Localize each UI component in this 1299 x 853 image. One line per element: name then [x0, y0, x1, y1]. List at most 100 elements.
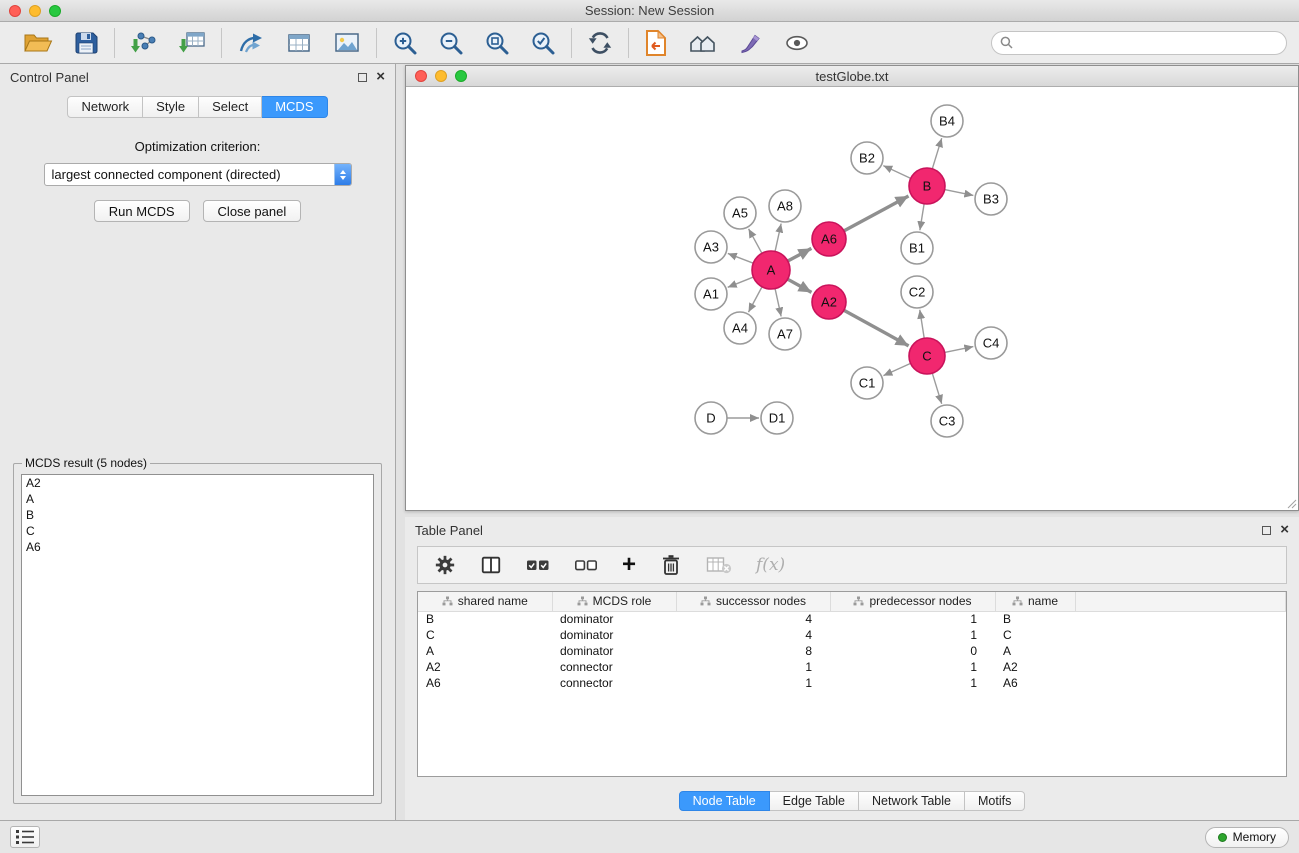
memory-button[interactable]: Memory	[1205, 827, 1289, 848]
table-row[interactable]: A6connector11A6	[418, 675, 1286, 691]
add-row-button[interactable]: +	[622, 555, 636, 575]
close-traffic-light-icon[interactable]	[9, 5, 21, 17]
table-tab-edge-table[interactable]: Edge Table	[770, 791, 859, 811]
edge-B-B3[interactable]	[945, 190, 974, 196]
edge-A-A5[interactable]	[749, 229, 762, 253]
edge-B-B2[interactable]	[883, 166, 910, 179]
graph-node-C4[interactable]: C4	[975, 327, 1007, 359]
task-history-button[interactable]	[10, 826, 40, 848]
edge-C-C1[interactable]	[883, 363, 910, 375]
tab-select[interactable]: Select	[199, 96, 262, 118]
table-float-panel-icon[interactable]	[1262, 526, 1271, 535]
table-row[interactable]: Cdominator41C	[418, 627, 1286, 643]
edge-A-A1[interactable]	[728, 277, 754, 287]
style-brush-button[interactable]	[738, 30, 764, 56]
deselect-all-button[interactable]	[574, 556, 598, 574]
delete-table-button[interactable]	[706, 555, 732, 575]
mcds-result-item[interactable]: C	[22, 523, 373, 539]
delete-rows-button[interactable]	[660, 553, 682, 577]
graph-node-A8[interactable]: A8	[769, 190, 801, 222]
table-row[interactable]: A2connector11A2	[418, 659, 1286, 675]
graph-node-A[interactable]: A	[752, 251, 790, 289]
network-minimize-traffic-light-icon[interactable]	[435, 70, 447, 82]
resize-grip-icon[interactable]	[1285, 497, 1297, 509]
column-header-successor-nodes[interactable]: successor nodes	[676, 592, 830, 611]
zoom-fit-button[interactable]	[484, 30, 510, 56]
minimize-traffic-light-icon[interactable]	[29, 5, 41, 17]
graph-node-B3[interactable]: B3	[975, 183, 1007, 215]
edge-A-A4[interactable]	[748, 287, 762, 312]
graph-node-B[interactable]: B	[909, 168, 945, 204]
graph-node-D[interactable]: D	[695, 402, 727, 434]
tab-style[interactable]: Style	[143, 96, 199, 118]
edge-A-A8[interactable]	[775, 224, 781, 252]
criterion-dropdown[interactable]: largest connected component (directed)	[44, 163, 352, 186]
network-zoom-traffic-light-icon[interactable]	[455, 70, 467, 82]
close-panel-icon[interactable]: ×	[376, 72, 385, 82]
zoom-out-button[interactable]	[438, 30, 464, 56]
column-header-mcds-role[interactable]: MCDS role	[552, 592, 676, 611]
save-session-button[interactable]	[73, 30, 99, 56]
edge-A2-C[interactable]	[844, 310, 909, 346]
edge-C-C2[interactable]	[920, 310, 924, 338]
dropdown-stepper[interactable]	[334, 164, 351, 185]
table-tab-node-table[interactable]: Node Table	[679, 791, 770, 811]
graph-node-C[interactable]: C	[909, 338, 945, 374]
function-builder-button[interactable]: f(x)	[756, 555, 785, 575]
edge-A-A3[interactable]	[728, 253, 753, 263]
export-image-button[interactable]	[333, 30, 361, 56]
edge-B-B4[interactable]	[932, 138, 941, 169]
mcds-result-item[interactable]: A2	[22, 475, 373, 491]
table-row[interactable]: Bdominator41B	[418, 611, 1286, 627]
column-header-predecessor-nodes[interactable]: predecessor nodes	[830, 592, 995, 611]
edge-A-A2[interactable]	[788, 279, 812, 292]
zoom-in-button[interactable]	[392, 30, 418, 56]
graph-node-A2[interactable]: A2	[812, 285, 846, 319]
toggle-columns-button[interactable]	[480, 554, 502, 576]
open-report-button[interactable]	[644, 29, 668, 57]
graph-node-C2[interactable]: C2	[901, 276, 933, 308]
table-row[interactable]: Adominator80A	[418, 643, 1286, 659]
select-all-button[interactable]	[526, 556, 550, 574]
run-mcds-button[interactable]: Run MCDS	[94, 200, 190, 222]
zoom-selected-button[interactable]	[530, 30, 556, 56]
graph-node-B2[interactable]: B2	[851, 142, 883, 174]
graph-node-C1[interactable]: C1	[851, 367, 883, 399]
mcds-result-item[interactable]: A	[22, 491, 373, 507]
tab-mcds[interactable]: MCDS	[262, 96, 327, 118]
graph-node-A7[interactable]: A7	[769, 318, 801, 350]
graph-node-C3[interactable]: C3	[931, 405, 963, 437]
float-panel-icon[interactable]	[358, 73, 367, 82]
edge-A6-B[interactable]	[844, 196, 909, 231]
node-table-container[interactable]: shared nameMCDS rolesuccessor nodesprede…	[417, 591, 1287, 777]
edge-C-C4[interactable]	[945, 347, 974, 353]
network-canvas[interactable]: AA1A2A3A4A5A6A7A8BB1B2B3B4CC1C2C3C4DD1	[406, 87, 1298, 510]
column-header-name[interactable]: name	[995, 592, 1075, 611]
close-panel-button[interactable]: Close panel	[203, 200, 302, 222]
import-network-button[interactable]	[130, 30, 158, 56]
graph-node-A1[interactable]: A1	[695, 278, 727, 310]
search-field[interactable]	[991, 31, 1287, 55]
column-header-shared-name[interactable]: shared name	[418, 592, 552, 611]
graph-node-A4[interactable]: A4	[724, 312, 756, 344]
graph-node-D1[interactable]: D1	[761, 402, 793, 434]
network-close-traffic-light-icon[interactable]	[415, 70, 427, 82]
table-tab-network-table[interactable]: Network Table	[859, 791, 965, 811]
show-hide-button[interactable]	[784, 30, 810, 56]
table-settings-button[interactable]	[434, 554, 456, 576]
mcds-result-item[interactable]: A6	[22, 539, 373, 555]
graph-node-B4[interactable]: B4	[931, 105, 963, 137]
edge-A-A6[interactable]	[788, 248, 812, 261]
tab-network[interactable]: Network	[67, 96, 143, 118]
refresh-layout-button[interactable]	[587, 30, 613, 56]
open-session-button[interactable]	[23, 30, 53, 56]
table-tab-motifs[interactable]: Motifs	[965, 791, 1025, 811]
graph-node-A3[interactable]: A3	[695, 231, 727, 263]
search-input[interactable]	[1018, 35, 1278, 50]
graph-node-A5[interactable]: A5	[724, 197, 756, 229]
edge-A-A7[interactable]	[775, 289, 781, 317]
table-close-panel-icon[interactable]: ×	[1280, 525, 1289, 535]
mcds-result-item[interactable]: B	[22, 507, 373, 523]
graph-node-B1[interactable]: B1	[901, 232, 933, 264]
mcds-result-list[interactable]: A2ABCA6	[21, 474, 374, 796]
